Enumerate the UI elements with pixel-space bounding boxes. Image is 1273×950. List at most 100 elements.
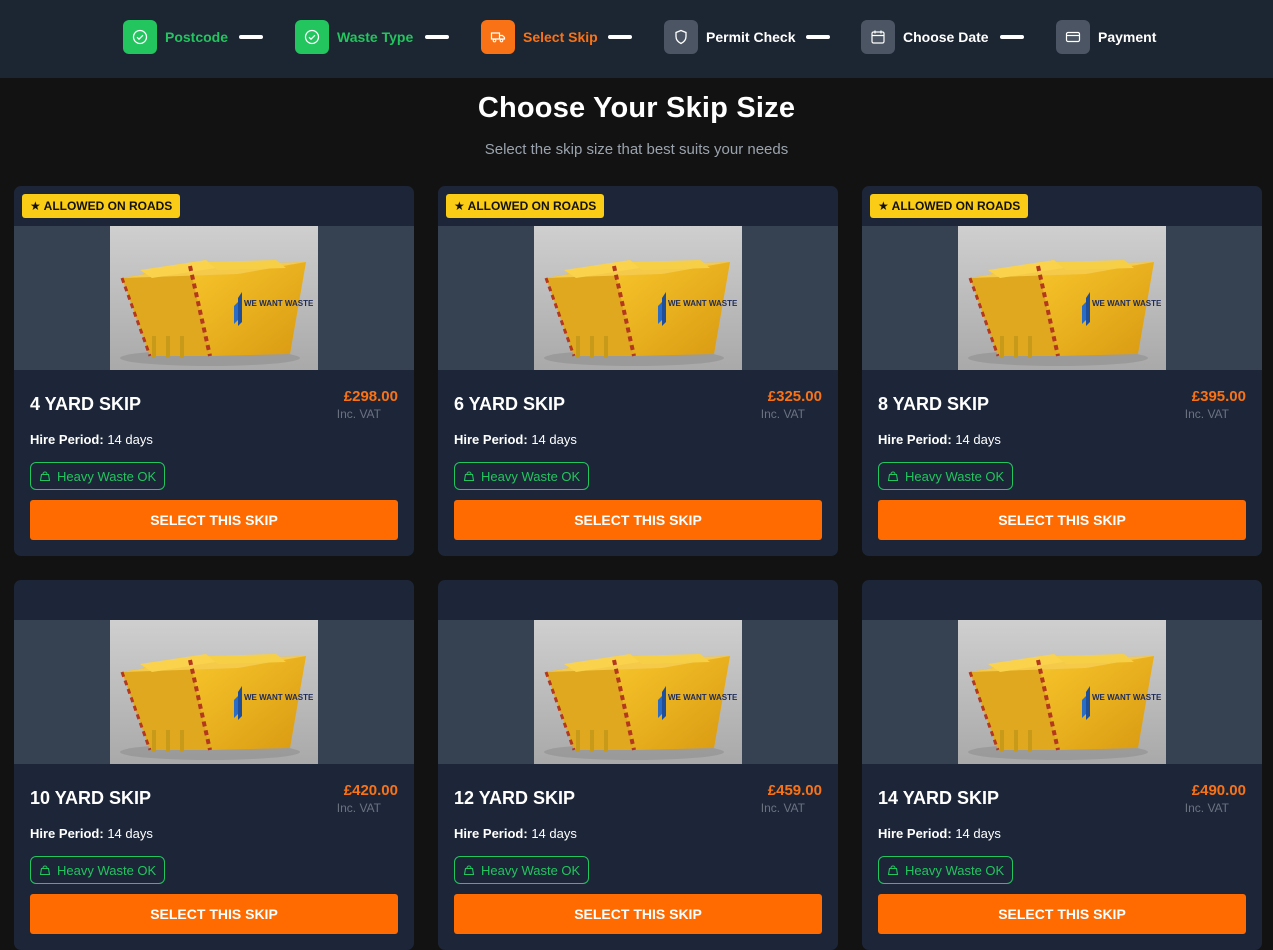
skip-brand-text: WE WANT WASTE [1092, 693, 1162, 702]
vat-note: Inc. VAT [1184, 801, 1229, 815]
hire-period-value: 14 days [107, 826, 153, 841]
step-waste-type[interactable]: Waste Type [295, 20, 413, 54]
skip-image: WE WANT WASTE [438, 226, 838, 370]
hire-period-label: Hire Period: [30, 432, 104, 447]
heavy-waste-badge: Heavy Waste OK [454, 462, 590, 490]
weight-icon [887, 471, 899, 482]
heavy-waste-badge: Heavy Waste OK [878, 462, 1014, 490]
step-label: Permit Check [706, 29, 796, 45]
step-select-skip[interactable]: Select Skip [481, 20, 598, 54]
truck-icon [481, 20, 515, 54]
skip-image: WE WANT WASTE [438, 620, 838, 764]
page-title: Choose Your Skip Size [477, 92, 796, 124]
hire-period-label: Hire Period: [454, 432, 528, 447]
heavy-waste-badge: Heavy Waste OK [454, 856, 590, 884]
check-circle-icon [123, 20, 157, 54]
step-payment[interactable]: Payment [1056, 20, 1156, 54]
hire-period: Hire Period: 14 days [878, 826, 1001, 841]
calendar-icon [861, 20, 895, 54]
step-connector [608, 35, 632, 39]
hire-period: Hire Period: 14 days [30, 432, 153, 447]
skip-card[interactable]: WE WANT WASTE 10 YARD SKIP £420.00 Inc. VA… [14, 580, 414, 950]
skip-size: 10 YARD SKIP [30, 788, 152, 808]
step-label: Choose Date [903, 29, 989, 45]
skip-card[interactable]: ★ ALLOWED ON ROADS WE WANT WASTE 8 YARD … [862, 186, 1262, 556]
shield-icon [664, 20, 698, 54]
skip-image: WE WANT WASTE [14, 226, 414, 370]
hire-period-value: 14 days [955, 432, 1001, 447]
step-label: Select Skip [523, 29, 598, 45]
step-connector [1000, 35, 1024, 39]
weight-icon [463, 865, 475, 876]
hire-period-label: Hire Period: [878, 826, 952, 841]
step-connector [425, 35, 449, 39]
heavy-waste-badge: Heavy Waste OK [878, 856, 1014, 884]
skip-size: 8 YARD SKIP [878, 394, 990, 414]
page-subtitle: Select the skip size that best suits you… [484, 141, 789, 158]
step-label: Waste Type [337, 29, 414, 45]
skip-price: £490.00 [1191, 782, 1246, 799]
skip-price: £325.00 [767, 388, 822, 405]
skip-size: 12 YARD SKIP [454, 788, 576, 808]
heavy-waste-label: Heavy Waste OK [57, 862, 157, 878]
heavy-waste-badge: Heavy Waste OK [30, 462, 166, 490]
heavy-waste-label: Heavy Waste OK [481, 862, 581, 878]
weight-icon [463, 471, 475, 482]
allowed-on-roads-badge: ★ ALLOWED ON ROADS [22, 194, 181, 218]
allowed-on-roads-badge: ★ ALLOWED ON ROADS [870, 194, 1029, 218]
select-skip-button[interactable]: SELECT THIS SKIP [878, 500, 1246, 540]
skip-brand-text: WE WANT WASTE [244, 299, 314, 308]
hire-period-label: Hire Period: [30, 826, 104, 841]
skip-brand-text: WE WANT WASTE [1092, 299, 1162, 308]
progress-stepper: Postcode Waste Type Select Skip Permit C… [0, 0, 1273, 78]
hire-period: Hire Period: 14 days [454, 826, 577, 841]
credit-card-icon [1056, 20, 1090, 54]
heavy-waste-label: Heavy Waste OK [57, 468, 157, 484]
vat-note: Inc. VAT [336, 407, 381, 421]
skip-card[interactable]: WE WANT WASTE 12 YARD SKIP £459.00 Inc. VA… [438, 580, 838, 950]
skip-brand-text: WE WANT WASTE [244, 693, 314, 702]
step-connector [239, 35, 263, 39]
skip-card[interactable]: ★ ALLOWED ON ROADS WE WANT WASTE 6 YARD … [438, 186, 838, 556]
skip-card[interactable]: WE WANT WASTE 14 YARD SKIP £490.00 Inc. VA… [862, 580, 1262, 950]
allowed-on-roads-badge: ★ ALLOWED ON ROADS [446, 194, 605, 218]
hire-period-label: Hire Period: [454, 826, 528, 841]
hire-period: Hire Period: 14 days [878, 432, 1001, 447]
select-skip-button[interactable]: SELECT THIS SKIP [878, 894, 1246, 934]
weight-icon [887, 865, 899, 876]
step-permit-check[interactable]: Permit Check [664, 20, 795, 54]
hire-period-value: 14 days [531, 826, 577, 841]
select-skip-button[interactable]: SELECT THIS SKIP [454, 894, 822, 934]
vat-note: Inc. VAT [1184, 407, 1229, 421]
hire-period-value: 14 days [531, 432, 577, 447]
select-skip-button[interactable]: SELECT THIS SKIP [454, 500, 822, 540]
skip-image: WE WANT WASTE [862, 226, 1262, 370]
step-postcode[interactable]: Postcode [123, 20, 228, 54]
skip-brand-text: WE WANT WASTE [668, 693, 738, 702]
select-skip-button[interactable]: SELECT THIS SKIP [30, 500, 398, 540]
hire-period: Hire Period: 14 days [454, 432, 577, 447]
step-connector [806, 35, 830, 39]
skip-image: WE WANT WASTE [14, 620, 414, 764]
heavy-waste-label: Heavy Waste OK [905, 468, 1005, 484]
step-choose-date[interactable]: Choose Date [861, 20, 989, 54]
skip-price: £420.00 [343, 782, 398, 799]
skip-price: £459.00 [767, 782, 822, 799]
skip-image: WE WANT WASTE [862, 620, 1262, 764]
step-label: Postcode [165, 29, 229, 45]
weight-icon [39, 471, 51, 482]
skip-card[interactable]: ★ ALLOWED ON ROADS WE WANT WASTE 4 YARD … [14, 186, 414, 556]
hire-period-value: 14 days [107, 432, 153, 447]
skip-price: £395.00 [1191, 388, 1246, 405]
skip-size: 4 YARD SKIP [30, 394, 142, 414]
check-circle-icon [295, 20, 329, 54]
skip-size: 6 YARD SKIP [454, 394, 566, 414]
skip-price: £298.00 [343, 388, 398, 405]
weight-icon [39, 865, 51, 876]
select-skip-button[interactable]: SELECT THIS SKIP [30, 894, 398, 934]
hire-period-value: 14 days [955, 826, 1001, 841]
skip-size: 14 YARD SKIP [878, 788, 1000, 808]
skip-brand-text: WE WANT WASTE [668, 299, 738, 308]
vat-note: Inc. VAT [760, 407, 805, 421]
step-label: Payment [1098, 29, 1157, 45]
